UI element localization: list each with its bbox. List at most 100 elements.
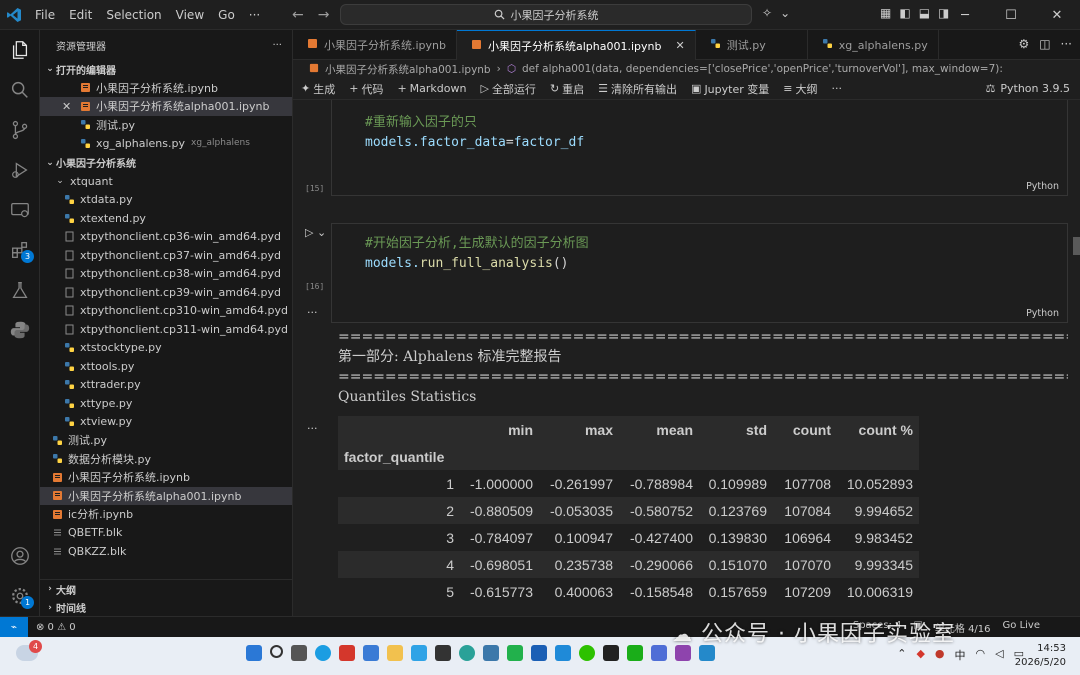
open-editor-item[interactable]: xg_alphalens.py xg_alphalens <box>40 134 292 153</box>
editor-scrollbar[interactable] <box>1073 237 1080 255</box>
folder-xtquant[interactable]: ⌄ xtquant <box>40 172 292 191</box>
file-item[interactable]: 小果因子分析系统.ipynb <box>40 468 292 487</box>
tray-app-icon[interactable]: ● <box>935 647 945 663</box>
generate-button[interactable]: ✦ 生成 <box>301 81 335 97</box>
app-icon[interactable] <box>435 645 451 661</box>
file-item[interactable]: xtpythonclient.cp311-win_amd64.pyd <box>40 320 292 339</box>
cell-language[interactable]: Python <box>1026 308 1059 319</box>
code-cell[interactable]: #开始因子分析,生成默认的因子分析图 models.run_full_analy… <box>331 223 1068 323</box>
run-cell-icon[interactable]: ▷ ⌄ <box>305 226 326 239</box>
source-control-icon[interactable] <box>0 112 40 148</box>
remote-indicator-icon[interactable]: ⌁ <box>0 616 28 638</box>
customize-layout-icon[interactable]: ▦ <box>880 6 891 20</box>
file-item[interactable]: QBETF.blk <box>40 524 292 543</box>
tab-notebook[interactable]: 小果因子分析系统.ipynb <box>293 30 457 60</box>
menu-more[interactable]: ··· <box>242 8 267 22</box>
tab-xg-alphalens[interactable]: xg_alphalens.py <box>808 30 939 60</box>
toggle-sidebar-icon[interactable]: ◧ <box>899 6 910 20</box>
wechat-icon[interactable] <box>579 645 595 661</box>
file-item[interactable]: xttype.py <box>40 394 292 413</box>
python-icon[interactable] <box>0 312 40 348</box>
close-icon[interactable]: ✕ <box>1034 0 1080 30</box>
settings-gear-icon[interactable]: 1 <box>0 578 40 614</box>
file-item[interactable]: xtview.py <box>40 413 292 432</box>
file-item[interactable]: 小果因子分析系统alpha001.ipynb <box>40 486 292 505</box>
run-all-button[interactable]: ▷ 全部运行 <box>480 81 535 97</box>
file-item[interactable]: xtpythonclient.cp37-win_amd64.pyd <box>40 246 292 265</box>
app-icon[interactable] <box>459 645 475 661</box>
menu-edit[interactable]: Edit <box>62 8 99 22</box>
copilot-icon[interactable]: ✧ <box>762 6 772 20</box>
output-more-icon[interactable]: ··· <box>307 422 318 435</box>
file-item[interactable]: xtpythonclient.cp38-win_amd64.pyd <box>40 265 292 284</box>
wifi-icon[interactable]: ◠ <box>976 647 986 663</box>
explorer-icon[interactable] <box>0 32 40 68</box>
file-item[interactable]: xtstocktype.py <box>40 339 292 358</box>
outline-section[interactable]: › 大纲 <box>40 580 292 599</box>
breadcrumb-symbol[interactable]: def alpha001(data, dependencies=['closeP… <box>522 63 1003 75</box>
chevron-down-icon[interactable]: ⌄ <box>780 6 790 20</box>
file-item[interactable]: xtpythonclient.cp310-win_amd64.pyd <box>40 302 292 321</box>
file-item[interactable]: xtpythonclient.cp36-win_amd64.pyd <box>40 228 292 247</box>
open-editors-section[interactable]: ⌄ 打开的编辑器 <box>40 60 292 79</box>
jupyter-variables-button[interactable]: ▣ Jupyter 变量 <box>691 81 769 97</box>
add-code-button[interactable]: + 代码 <box>349 81 383 97</box>
task-view-icon[interactable] <box>291 645 307 661</box>
breadcrumb-file[interactable]: 小果因子分析系统alpha001.ipynb <box>325 62 491 77</box>
remote-explorer-icon[interactable] <box>0 192 40 228</box>
file-explorer-icon[interactable] <box>387 645 403 661</box>
outline-button[interactable]: ≡ 大纲 <box>783 81 817 97</box>
app-icon[interactable] <box>411 645 427 661</box>
close-editor-icon[interactable]: ✕ <box>62 100 71 113</box>
open-editor-item[interactable]: 小果因子分析系统.ipynb <box>40 79 292 98</box>
run-debug-icon[interactable] <box>0 152 40 188</box>
file-item[interactable]: xtdata.py <box>40 191 292 210</box>
restart-button[interactable]: ↻ 重启 <box>550 81 584 97</box>
app-icon[interactable] <box>651 645 667 661</box>
minimize-icon[interactable]: ─ <box>942 0 988 30</box>
add-markdown-button[interactable]: + Markdown <box>397 82 466 95</box>
file-item[interactable]: xttrader.py <box>40 376 292 395</box>
cell-more-icon[interactable]: ··· <box>307 306 318 319</box>
menu-selection[interactable]: Selection <box>99 8 168 22</box>
account-icon[interactable] <box>0 538 40 574</box>
app-icon[interactable] <box>603 645 619 661</box>
code-cell[interactable]: #重新输入因子的只 models.factor_data=factor_df P… <box>331 100 1068 196</box>
open-editor-item[interactable]: 测试.py <box>40 116 292 135</box>
more-actions-icon[interactable]: ··· <box>1061 37 1072 51</box>
split-editor-icon[interactable]: ◫ <box>1039 37 1050 51</box>
gear-icon[interactable]: ⚙ <box>1018 37 1029 51</box>
menu-go[interactable]: Go <box>211 8 242 22</box>
search-sidebar-icon[interactable] <box>0 72 40 108</box>
file-item[interactable]: 测试.py <box>40 431 292 450</box>
app-icon[interactable] <box>531 645 547 661</box>
taskbar-clock[interactable]: 14:53 2026/5/20 <box>1015 642 1066 670</box>
tray-app-icon[interactable]: ◆ <box>916 647 924 663</box>
problems-indicator[interactable]: ⊗ 0 ⚠ 0 <box>36 622 76 633</box>
command-center-search[interactable]: 小果因子分析系统 <box>340 4 752 25</box>
toolbar-more-button[interactable]: ··· <box>831 82 842 95</box>
wps-icon[interactable] <box>339 645 355 661</box>
edge-icon[interactable] <box>315 645 331 661</box>
timeline-section[interactable]: › 时间线 <box>40 599 292 617</box>
weather-widget-icon[interactable]: 4 <box>16 640 42 661</box>
kernel-picker[interactable]: ⚖ Python 3.9.5 <box>986 82 1071 95</box>
forward-arrow-icon[interactable]: → <box>318 7 330 23</box>
chevron-up-icon[interactable]: ⌃ <box>897 647 906 663</box>
testing-flask-icon[interactable] <box>0 272 40 308</box>
open-editor-item-active[interactable]: ✕ 小果因子分析系统alpha001.ipynb <box>40 97 292 116</box>
go-live-button[interactable]: Go Live <box>1003 620 1040 635</box>
app-icon[interactable] <box>363 645 379 661</box>
toggle-panel-icon[interactable]: ⬓ <box>919 6 930 20</box>
app-icon[interactable] <box>555 645 571 661</box>
extensions-icon[interactable]: 3 <box>0 232 40 268</box>
file-item[interactable]: ic分析.ipynb <box>40 505 292 524</box>
app-icon[interactable] <box>483 645 499 661</box>
menu-view[interactable]: View <box>169 8 211 22</box>
file-item[interactable]: xttools.py <box>40 357 292 376</box>
volume-icon[interactable]: ◁ <box>995 647 1003 663</box>
menu-file[interactable]: File <box>28 8 62 22</box>
start-icon[interactable] <box>246 645 262 661</box>
file-item[interactable]: xtextend.py <box>40 209 292 228</box>
file-item[interactable]: xtpythonclient.cp39-win_amd64.pyd <box>40 283 292 302</box>
